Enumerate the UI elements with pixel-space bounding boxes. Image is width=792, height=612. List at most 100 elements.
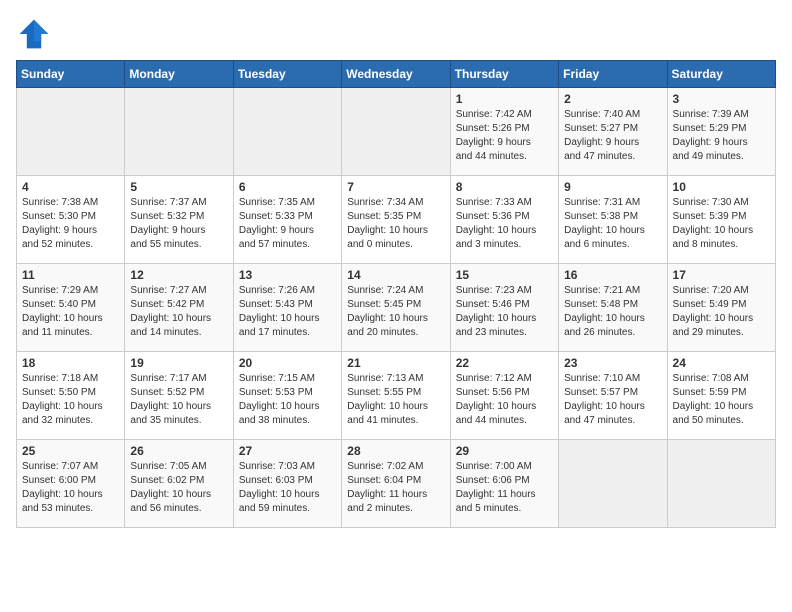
day-content: Sunrise: 7:12 AMSunset: 5:56 PMDaylight:… — [456, 372, 553, 428]
calendar-cell: 14 Sunrise: 7:24 AMSunset: 5:45 PMDayligh… — [342, 264, 450, 352]
day-content: Sunrise: 7:24 AMSunset: 5:45 PMDaylight:… — [347, 284, 444, 340]
day-content: Sunrise: 7:05 AMSunset: 6:02 PMDaylight:… — [130, 460, 227, 516]
calendar-cell: 28Sunrise: 7:02 AMSunset: 6:04 PMDayligh… — [342, 440, 450, 528]
day-number: 6 — [239, 180, 336, 194]
calendar-cell: 27Sunrise: 7:03 AMSunset: 6:03 PMDayligh… — [233, 440, 341, 528]
calendar-cell: 3Sunrise: 7:39 AMSunset: 5:29 PMDaylight… — [667, 88, 775, 176]
calendar-cell: 19 Sunrise: 7:17 AMSunset: 5:52 PMDayligh… — [125, 352, 233, 440]
header-wednesday: Wednesday — [342, 61, 450, 88]
week-row-1: 1 Sunrise: 7:42 AMSunset: 5:26 PMDaylight… — [17, 88, 776, 176]
calendar-cell: 18 Sunrise: 7:18 AMSunset: 5:50 PMDayligh… — [17, 352, 125, 440]
day-content: Sunrise: 7:26 AMSunset: 5:43 PMDaylight:… — [239, 284, 336, 340]
logo-icon — [16, 16, 52, 52]
calendar-cell: 15 Sunrise: 7:23 AMSunset: 5:46 PMDayligh… — [450, 264, 558, 352]
calendar-cell: 2 Sunrise: 7:40 AMSunset: 5:27 PMDaylight… — [559, 88, 667, 176]
calendar-table: SundayMondayTuesdayWednesdayThursdayFrid… — [16, 60, 776, 528]
day-content: Sunrise: 7:20 AMSunset: 5:49 PMDaylight:… — [673, 284, 770, 340]
header-saturday: Saturday — [667, 61, 775, 88]
day-content: Sunrise: 7:29 AMSunset: 5:40 PMDaylight:… — [22, 284, 119, 340]
day-number: 21 — [347, 356, 444, 370]
calendar-cell: 10 Sunrise: 7:30 AMSunset: 5:39 PMDayligh… — [667, 176, 775, 264]
calendar-cell — [125, 88, 233, 176]
calendar-cell: 20 Sunrise: 7:15 AMSunset: 5:53 PMDayligh… — [233, 352, 341, 440]
day-number: 28 — [347, 444, 444, 458]
calendar-cell: 26 Sunrise: 7:05 AMSunset: 6:02 PMDayligh… — [125, 440, 233, 528]
calendar-cell: 17 Sunrise: 7:20 AMSunset: 5:49 PMDayligh… — [667, 264, 775, 352]
day-content: Sunrise: 7:40 AMSunset: 5:27 PMDaylight:… — [564, 108, 661, 164]
day-number: 29 — [456, 444, 553, 458]
day-number: 14 — [347, 268, 444, 282]
day-content: Sunrise: 7:18 AMSunset: 5:50 PMDaylight:… — [22, 372, 119, 428]
calendar-cell — [233, 88, 341, 176]
day-content: Sunrise: 7:23 AMSunset: 5:46 PMDaylight:… — [456, 284, 553, 340]
calendar-cell — [559, 440, 667, 528]
week-row-3: 11 Sunrise: 7:29 AMSunset: 5:40 PMDayligh… — [17, 264, 776, 352]
day-number: 11 — [22, 268, 119, 282]
calendar-cell: 24Sunrise: 7:08 AMSunset: 5:59 PMDayligh… — [667, 352, 775, 440]
calendar-cell: 29 Sunrise: 7:00 AMSunset: 6:06 PMDayligh… — [450, 440, 558, 528]
day-number: 19 — [130, 356, 227, 370]
day-number: 25 — [22, 444, 119, 458]
day-number: 23 — [564, 356, 661, 370]
day-number: 20 — [239, 356, 336, 370]
calendar-cell — [342, 88, 450, 176]
calendar-cell: 23 Sunrise: 7:10 AMSunset: 5:57 PMDayligh… — [559, 352, 667, 440]
page-header — [16, 16, 776, 52]
calendar-cell: 12 Sunrise: 7:27 AMSunset: 5:42 PMDayligh… — [125, 264, 233, 352]
day-content: Sunrise: 7:00 AMSunset: 6:06 PMDaylight:… — [456, 460, 553, 516]
calendar-cell: 1 Sunrise: 7:42 AMSunset: 5:26 PMDaylight… — [450, 88, 558, 176]
calendar-cell: 25 Sunrise: 7:07 AMSunset: 6:00 PMDayligh… — [17, 440, 125, 528]
day-content: Sunrise: 7:17 AMSunset: 5:52 PMDaylight:… — [130, 372, 227, 428]
calendar-cell: 13 Sunrise: 7:26 AMSunset: 5:43 PMDayligh… — [233, 264, 341, 352]
day-number: 15 — [456, 268, 553, 282]
week-row-5: 25 Sunrise: 7:07 AMSunset: 6:00 PMDayligh… — [17, 440, 776, 528]
day-content: Sunrise: 7:27 AMSunset: 5:42 PMDaylight:… — [130, 284, 227, 340]
calendar-cell: 22 Sunrise: 7:12 AMSunset: 5:56 PMDayligh… — [450, 352, 558, 440]
day-content: Sunrise: 7:13 AMSunset: 5:55 PMDaylight:… — [347, 372, 444, 428]
calendar-cell: 8 Sunrise: 7:33 AMSunset: 5:36 PMDaylight… — [450, 176, 558, 264]
day-content: Sunrise: 7:03 AMSunset: 6:03 PMDaylight:… — [239, 460, 336, 516]
calendar-cell — [17, 88, 125, 176]
calendar-cell: 16 Sunrise: 7:21 AMSunset: 5:48 PMDayligh… — [559, 264, 667, 352]
day-content: Sunrise: 7:33 AMSunset: 5:36 PMDaylight:… — [456, 196, 553, 252]
calendar-cell: 21 Sunrise: 7:13 AMSunset: 5:55 PMDayligh… — [342, 352, 450, 440]
week-row-2: 4 Sunrise: 7:38 AMSunset: 5:30 PMDaylight… — [17, 176, 776, 264]
day-number: 24 — [673, 356, 770, 370]
day-content: Sunrise: 7:10 AMSunset: 5:57 PMDaylight:… — [564, 372, 661, 428]
day-content: Sunrise: 7:07 AMSunset: 6:00 PMDaylight:… — [22, 460, 119, 516]
day-number: 4 — [22, 180, 119, 194]
day-number: 17 — [673, 268, 770, 282]
day-content: Sunrise: 7:15 AMSunset: 5:53 PMDaylight:… — [239, 372, 336, 428]
day-number: 10 — [673, 180, 770, 194]
day-content: Sunrise: 7:34 AMSunset: 5:35 PMDaylight:… — [347, 196, 444, 252]
calendar-cell: 5Sunrise: 7:37 AMSunset: 5:32 PMDaylight… — [125, 176, 233, 264]
day-number: 26 — [130, 444, 227, 458]
day-number: 18 — [22, 356, 119, 370]
calendar-cell: 7 Sunrise: 7:34 AMSunset: 5:35 PMDaylight… — [342, 176, 450, 264]
day-number: 2 — [564, 92, 661, 106]
header-tuesday: Tuesday — [233, 61, 341, 88]
day-content: Sunrise: 7:21 AMSunset: 5:48 PMDaylight:… — [564, 284, 661, 340]
day-content: Sunrise: 7:38 AMSunset: 5:30 PMDaylight:… — [22, 196, 119, 252]
day-content: Sunrise: 7:42 AMSunset: 5:26 PMDaylight:… — [456, 108, 553, 164]
calendar-cell — [667, 440, 775, 528]
calendar-header-row: SundayMondayTuesdayWednesdayThursdayFrid… — [17, 61, 776, 88]
week-row-4: 18 Sunrise: 7:18 AMSunset: 5:50 PMDayligh… — [17, 352, 776, 440]
day-number: 22 — [456, 356, 553, 370]
day-number: 3 — [673, 92, 770, 106]
day-content: Sunrise: 7:37 AMSunset: 5:32 PMDaylight:… — [130, 196, 227, 252]
calendar-cell: 6 Sunrise: 7:35 AMSunset: 5:33 PMDaylight… — [233, 176, 341, 264]
day-number: 7 — [347, 180, 444, 194]
day-content: Sunrise: 7:30 AMSunset: 5:39 PMDaylight:… — [673, 196, 770, 252]
day-number: 12 — [130, 268, 227, 282]
header-thursday: Thursday — [450, 61, 558, 88]
day-number: 1 — [456, 92, 553, 106]
header-sunday: Sunday — [17, 61, 125, 88]
day-number: 16 — [564, 268, 661, 282]
day-number: 13 — [239, 268, 336, 282]
header-monday: Monday — [125, 61, 233, 88]
day-content: Sunrise: 7:35 AMSunset: 5:33 PMDaylight:… — [239, 196, 336, 252]
day-number: 8 — [456, 180, 553, 194]
day-number: 9 — [564, 180, 661, 194]
logo — [16, 16, 56, 52]
